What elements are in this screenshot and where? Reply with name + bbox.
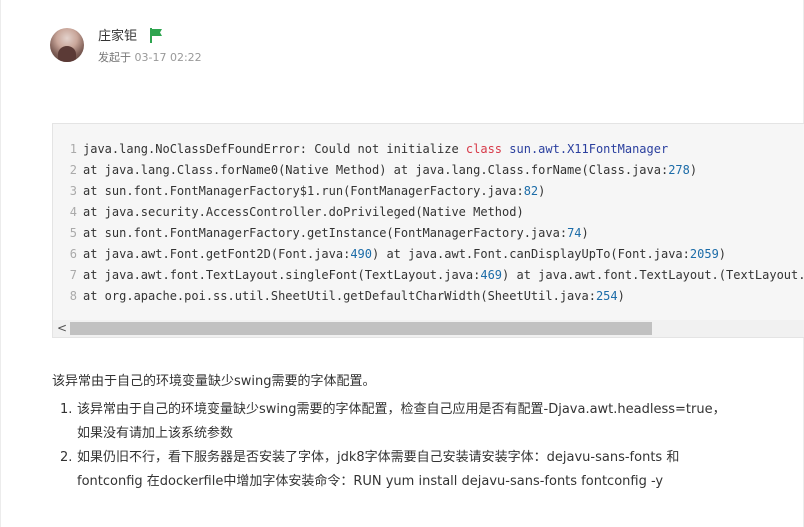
horizontal-scrollbar[interactable]: < bbox=[53, 320, 804, 337]
code-token: ) at java.awt.Font.canDisplayUpTo(Font.j… bbox=[372, 247, 690, 261]
code-token: ) bbox=[538, 184, 546, 198]
scrollbar-thumb[interactable] bbox=[70, 322, 652, 335]
code-line: 4 at java.security.AccessController.doPri… bbox=[53, 202, 804, 223]
code-token: 490 bbox=[350, 247, 372, 261]
code-token: at java.awt.font.TextLayout.singleFont(T… bbox=[83, 268, 481, 282]
list-item-number: 1. bbox=[60, 402, 73, 417]
code-token: 74 bbox=[567, 226, 582, 240]
code-token: 254 bbox=[595, 289, 618, 303]
line-number: 8 bbox=[69, 289, 77, 303]
code-line: 7 at java.awt.font.TextLayout.singleFont(… bbox=[53, 265, 804, 286]
flag-icon bbox=[150, 28, 162, 43]
code-token: ) at java.awt.font.TextLayout.(TextLayou… bbox=[502, 268, 804, 282]
code-lines: 1 java.lang.NoClassDefFoundError: Could n… bbox=[53, 139, 804, 309]
code-line: 2 at java.lang.Class.forName0(Native Meth… bbox=[53, 160, 804, 181]
code-line: 5 at sun.font.FontManagerFactory.getInsta… bbox=[53, 223, 804, 244]
line-number: 4 bbox=[69, 205, 77, 219]
code-line: 1 java.lang.NoClassDefFoundError: Could n… bbox=[53, 139, 804, 160]
code-line: 6 at java.awt.Font.getFont2D(Font.java:49… bbox=[53, 244, 804, 265]
line-number: 3 bbox=[69, 184, 77, 198]
code-line: 3 at sun.font.FontManagerFactory$1.run(Fo… bbox=[53, 181, 804, 202]
code-token: class bbox=[465, 142, 503, 156]
code-token: java.lang.NoClassDefFoundError: Could no… bbox=[83, 142, 466, 156]
code-token: at java.lang.Class.forName0(Native Metho… bbox=[83, 163, 669, 177]
code-token: at sun.font.FontManagerFactory.getInstan… bbox=[83, 226, 568, 240]
post-card: 庄家钜 发起于 03-17 02:22 1 java.lang.NoClassDe… bbox=[0, 0, 804, 527]
code-token: ) bbox=[581, 226, 589, 240]
code-token: 469 bbox=[480, 268, 503, 282]
code-token: ) bbox=[617, 289, 625, 303]
scroll-left-icon[interactable]: < bbox=[57, 320, 67, 337]
code-token: 2059 bbox=[689, 247, 719, 261]
intro-text: 该异常由于自己的环境变量缺少swing需要的字体配置。 bbox=[52, 374, 376, 389]
code-token: at java.security.AccessController.doPriv… bbox=[83, 205, 524, 219]
code-token: ) bbox=[718, 247, 727, 261]
list-item-text: 如果没有请加上该系统参数 bbox=[77, 426, 234, 441]
list-item: 2. 如果仍旧不行，看下服务器是否安装了字体，jdk8字体需要自己安装请安装字体… bbox=[60, 446, 800, 494]
line-number: 6 bbox=[69, 247, 77, 261]
code-token: 82 bbox=[523, 184, 539, 198]
post-meta: 发起于 03-17 02:22 bbox=[98, 50, 202, 66]
list-item-text: fontconfig 在dockerfile中增加字体安装命令：RUN yum … bbox=[77, 474, 664, 489]
code-token: ) bbox=[689, 163, 698, 177]
line-number: 1 bbox=[69, 142, 77, 156]
code-token: at java.awt.Font.getFont2D(Font.java: bbox=[83, 247, 351, 261]
line-number: 7 bbox=[69, 268, 77, 282]
code-block: 1 java.lang.NoClassDefFoundError: Could n… bbox=[52, 123, 804, 338]
post-time: 03-17 02:22 bbox=[134, 51, 202, 64]
line-number: 5 bbox=[69, 226, 77, 240]
list-item-number: 2. bbox=[60, 450, 73, 465]
list-item-text: 如果仍旧不行，看下服务器是否安装了字体，jdk8字体需要自己安装请安装字体：de… bbox=[77, 450, 680, 465]
code-token: at sun.font.FontManagerFactory$1.run(Fon… bbox=[83, 184, 524, 198]
code-line: 8 at org.apache.poi.ss.util.SheetUtil.get… bbox=[53, 286, 804, 307]
author-avatar[interactable] bbox=[50, 28, 84, 62]
author-name[interactable]: 庄家钜 bbox=[98, 28, 137, 46]
post-meta-prefix: 发起于 bbox=[98, 51, 131, 64]
code-token: sun.awt.X11FontManager bbox=[509, 142, 669, 156]
code-token: 278 bbox=[668, 163, 690, 177]
solution-list: 1. 该异常由于自己的环境变量缺少swing需要的字体配置，检查自己应用是否有配… bbox=[60, 398, 800, 494]
list-item-text: 该异常由于自己的环境变量缺少swing需要的字体配置，检查自己应用是否有配置-D… bbox=[77, 402, 726, 417]
line-number: 2 bbox=[69, 163, 77, 177]
list-item: 1. 该异常由于自己的环境变量缺少swing需要的字体配置，检查自己应用是否有配… bbox=[60, 398, 800, 446]
code-token: at org.apache.poi.ss.util.SheetUtil.getD… bbox=[83, 289, 596, 303]
